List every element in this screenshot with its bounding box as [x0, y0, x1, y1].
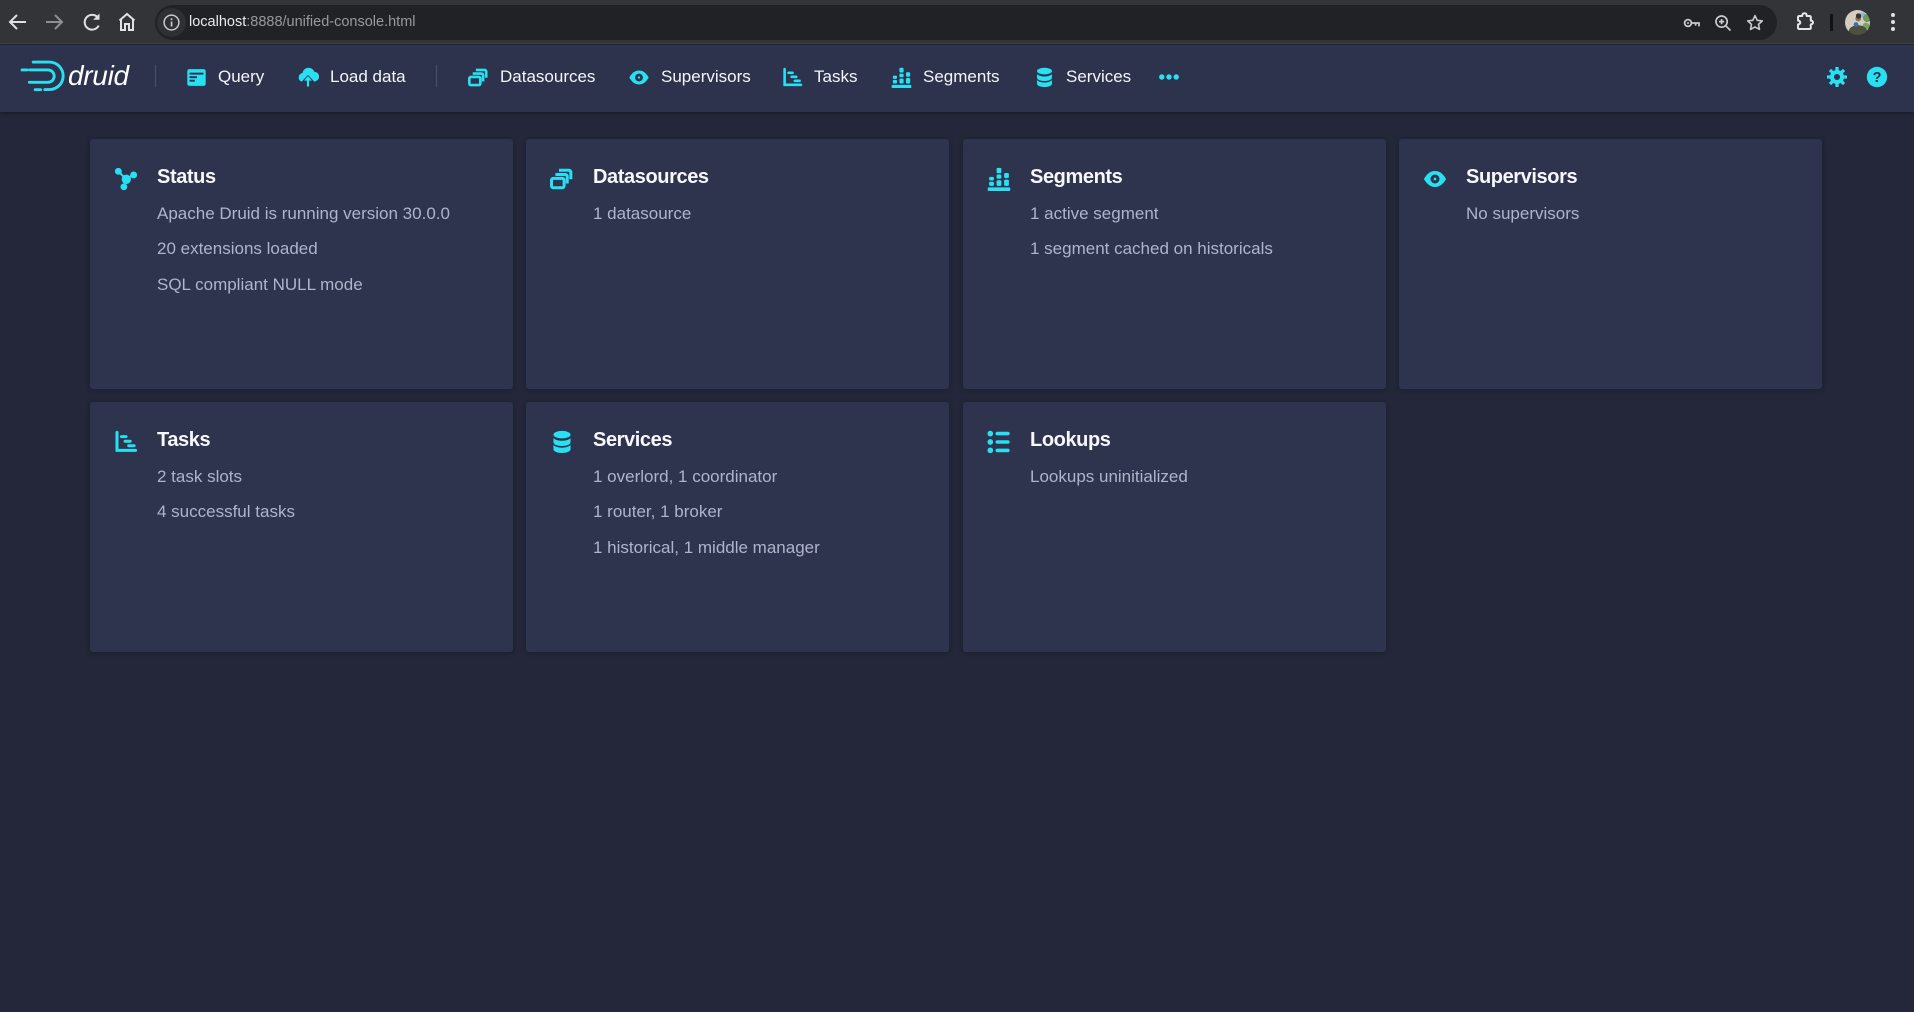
svg-text:?: ?	[1873, 70, 1882, 86]
